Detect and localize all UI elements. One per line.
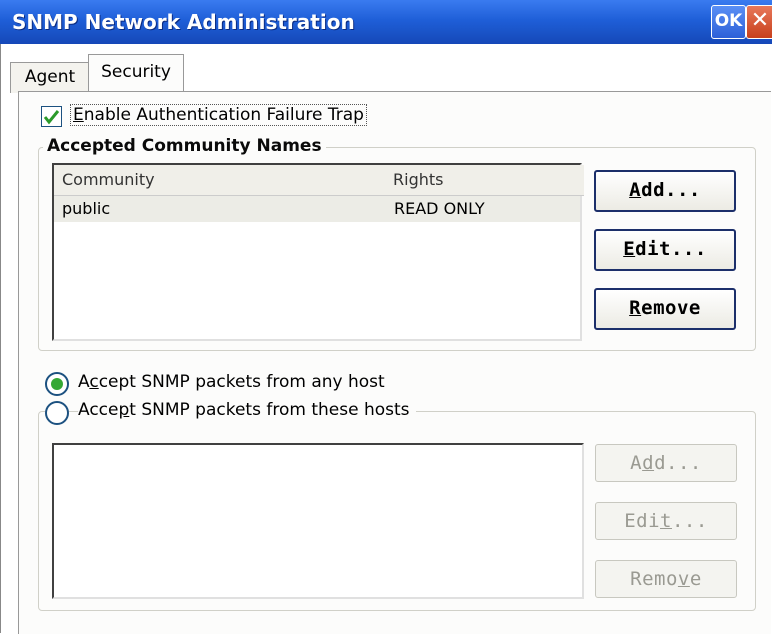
any-host-label[interactable]: Accept SNMP packets from any host <box>78 372 385 392</box>
checkmark-icon <box>43 110 60 125</box>
hosts-remove-button[interactable]: Remove <box>595 560 737 598</box>
auth-trap-checkbox[interactable] <box>41 106 62 127</box>
table-row[interactable]: public READ ONLY <box>54 196 580 222</box>
these-hosts-radio[interactable] <box>45 401 69 425</box>
community-edit-button[interactable]: Edit... <box>594 229 736 271</box>
ok-button[interactable]: OK <box>711 5 746 39</box>
close-icon[interactable]: ✕ <box>746 5 772 39</box>
window-title: SNMP Network Administration <box>12 10 355 34</box>
column-header-rights[interactable]: Rights <box>387 165 584 196</box>
title-bar[interactable]: SNMP Network Administration OK ✕ <box>0 0 772 44</box>
tab-agent[interactable]: Agent <box>10 62 90 93</box>
community-list[interactable]: Community Rights public READ ONLY <box>52 163 584 341</box>
hosts-edit-button[interactable]: Edit... <box>595 502 737 540</box>
community-cell: public <box>62 199 111 218</box>
window-edge <box>0 44 1 633</box>
community-legend: Accepted Community Names <box>43 136 326 156</box>
any-host-radio[interactable] <box>45 372 69 396</box>
hosts-list[interactable] <box>52 443 584 599</box>
tab-security[interactable]: Security <box>88 54 184 93</box>
these-hosts-label[interactable]: Accept SNMP packets from these hosts <box>78 400 416 420</box>
snmp-dialog: SNMP Network Administration OK ✕ Agent S… <box>0 0 772 634</box>
community-add-button[interactable]: Add... <box>594 170 736 212</box>
auth-trap-label[interactable]: Enable Authentication Failure Trap <box>70 104 367 126</box>
column-header-community[interactable]: Community <box>54 165 388 196</box>
community-remove-button[interactable]: Remove <box>594 288 736 330</box>
rights-cell: READ ONLY <box>394 199 485 218</box>
hosts-add-button[interactable]: Add... <box>595 444 737 482</box>
